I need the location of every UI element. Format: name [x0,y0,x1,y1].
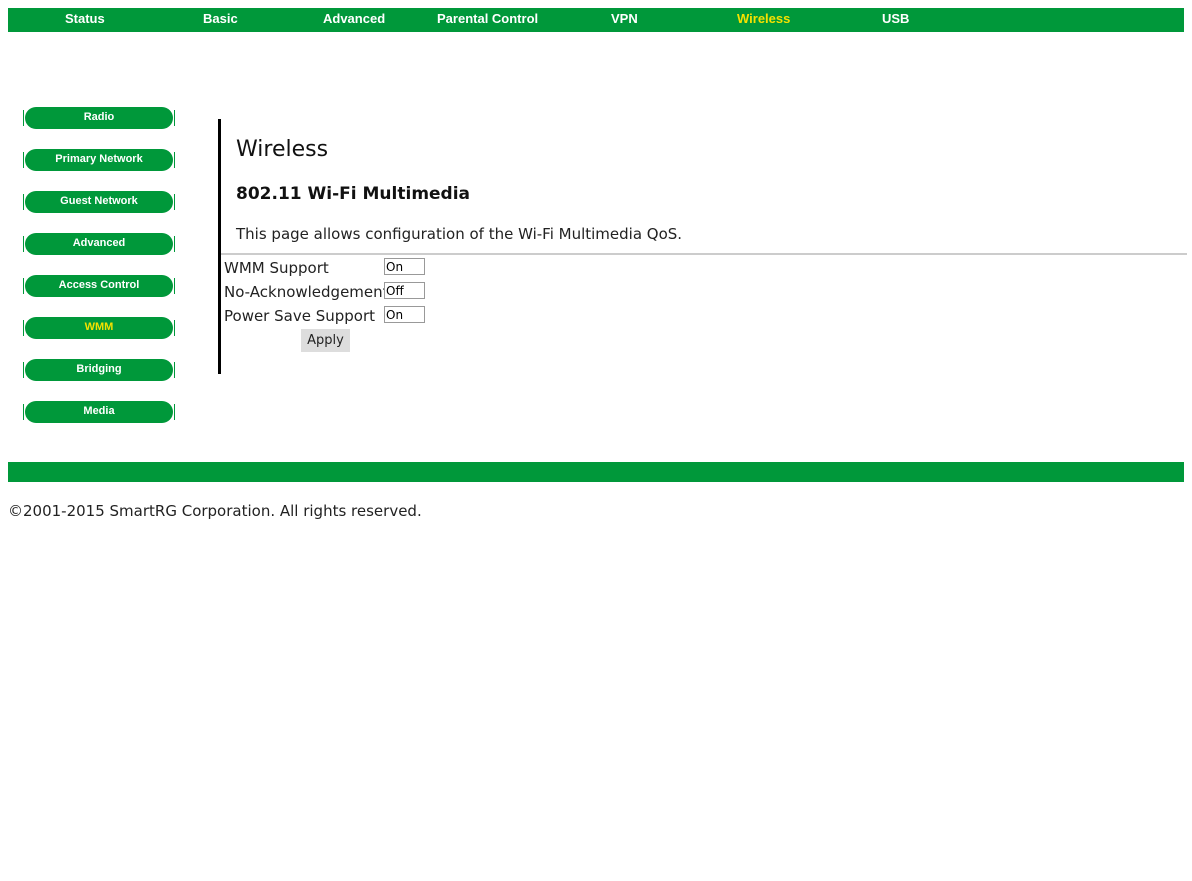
sidebar-item-label: Bridging [76,363,122,375]
no-ack-label: No-Acknowledgement [224,283,389,301]
sidebar-item-access-control[interactable]: Access Control [23,275,175,297]
sidebar-item-advanced[interactable]: Advanced [23,233,175,255]
sidebar: Radio Primary Network Guest Network Advance… [23,107,175,443]
sidebar-item-primary-network[interactable]: Primary Network [23,149,175,171]
footer-bar [8,462,1184,482]
sidebar-item-label: WMM [84,321,114,333]
page-title: Wireless [236,137,329,162]
nav-basic[interactable]: Basic [203,11,238,26]
top-nav: Status Basic Advanced Parental Control V… [8,8,1184,32]
sidebar-item-media[interactable]: Media [23,401,175,423]
sidebar-item-guest-network[interactable]: Guest Network [23,191,175,213]
sidebar-item-radio[interactable]: Radio [23,107,175,129]
nav-usb[interactable]: USB [882,11,909,26]
separator [221,253,1187,255]
copyright: ©2001-2015 SmartRG Corporation. All righ… [8,502,422,520]
sidebar-item-bridging[interactable]: Bridging [23,359,175,381]
sidebar-item-wmm[interactable]: WMM [23,317,175,339]
sidebar-item-label: Access Control [58,279,140,291]
no-ack-select[interactable]: Off [384,282,425,299]
sidebar-item-label: Media [83,405,115,417]
nav-vpn[interactable]: VPN [611,11,638,26]
power-save-label: Power Save Support [224,307,376,325]
apply-button[interactable]: Apply [301,329,350,352]
nav-parental-control[interactable]: Parental Control [437,11,538,26]
page-subtitle: 802.11 Wi-Fi Multimedia [236,184,471,204]
wmm-support-select[interactable]: On [384,258,425,275]
nav-wireless[interactable]: Wireless [737,11,790,26]
nav-advanced[interactable]: Advanced [323,11,385,26]
sidebar-item-label: Advanced [72,237,126,249]
page-description: This page allows configuration of the Wi… [236,225,683,243]
sidebar-item-label: Primary Network [55,153,143,165]
sidebar-item-label: Radio [83,111,115,123]
content-divider [218,119,221,374]
sidebar-item-label: Guest Network [60,195,138,207]
wmm-support-label: WMM Support [224,259,329,277]
power-save-select[interactable]: On [384,306,425,323]
nav-status[interactable]: Status [65,11,105,26]
